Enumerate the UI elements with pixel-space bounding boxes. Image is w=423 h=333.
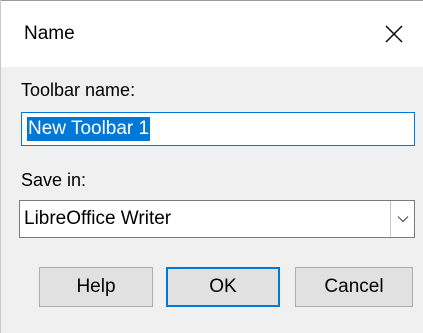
help-button[interactable]: Help xyxy=(39,267,153,307)
save-in-value: LibreOffice Writer xyxy=(24,208,172,229)
close-icon xyxy=(385,25,403,43)
dialog-title: Name xyxy=(24,23,75,44)
title-bar: Name xyxy=(1,0,423,67)
chevron-down-icon xyxy=(397,216,408,223)
close-button[interactable] xyxy=(364,1,423,67)
ok-button[interactable]: OK xyxy=(166,267,280,307)
toolbar-name-value: New Toolbar 1 xyxy=(27,117,151,141)
save-in-select[interactable]: LibreOffice Writer xyxy=(19,200,415,238)
toolbar-name-label: Toolbar name: xyxy=(21,80,136,100)
toolbar-name-input[interactable]: New Toolbar 1 xyxy=(21,112,415,146)
save-in-label: Save in: xyxy=(21,170,87,190)
name-dialog: Name Toolbar name: New Toolbar 1 Save in… xyxy=(0,0,423,333)
cancel-button[interactable]: Cancel xyxy=(295,267,413,307)
dropdown-button[interactable] xyxy=(390,201,414,237)
